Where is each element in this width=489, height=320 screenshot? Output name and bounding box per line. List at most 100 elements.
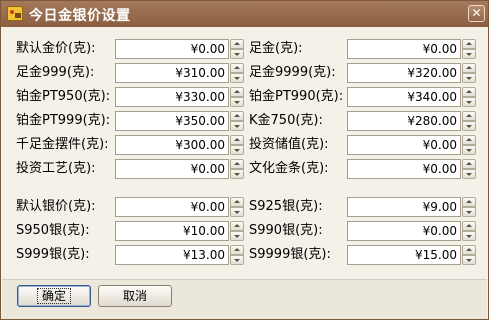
spin-up-icon[interactable]: [462, 197, 476, 207]
spin-up-icon[interactable]: [462, 245, 476, 255]
spin-up-icon[interactable]: [230, 63, 244, 73]
spin-down-icon[interactable]: [230, 121, 244, 131]
price-input[interactable]: ¥340.00: [347, 87, 461, 107]
title-bar[interactable]: 今日金银价设置 ✕: [1, 1, 488, 27]
spin-up-icon[interactable]: [230, 39, 244, 49]
price-input[interactable]: ¥0.00: [347, 159, 461, 179]
price-input[interactable]: ¥0.00: [347, 135, 461, 155]
spin-buttons: [462, 221, 476, 241]
spin-up-icon[interactable]: [230, 135, 244, 145]
price-spinbox: ¥10.00: [115, 221, 244, 241]
price-label: 投资储值(克):: [249, 137, 329, 152]
close-button[interactable]: ✕: [468, 5, 485, 22]
ok-button[interactable]: 确定: [17, 285, 91, 307]
spin-up-icon[interactable]: [230, 111, 244, 121]
spin-up-icon[interactable]: [462, 63, 476, 73]
spin-down-icon[interactable]: [230, 145, 244, 155]
spin-buttons: [230, 135, 244, 155]
spin-up-icon[interactable]: [462, 221, 476, 231]
spin-down-icon[interactable]: [230, 231, 244, 241]
spin-down-icon[interactable]: [230, 169, 244, 179]
price-input[interactable]: ¥330.00: [115, 87, 229, 107]
price-label: 默认金价(克):: [16, 41, 96, 56]
spin-down-icon[interactable]: [462, 207, 476, 217]
price-label: S9999银(克):: [249, 247, 331, 262]
price-input[interactable]: ¥0.00: [115, 39, 229, 59]
ok-button-label: 确定: [36, 288, 72, 304]
spin-up-icon[interactable]: [462, 87, 476, 97]
price-spinbox: ¥300.00: [115, 135, 244, 155]
price-input[interactable]: ¥350.00: [115, 111, 229, 131]
spin-buttons: [462, 63, 476, 83]
cancel-button-label: 取消: [122, 289, 147, 303]
window-title: 今日金银价设置: [29, 8, 131, 24]
spin-up-icon[interactable]: [462, 159, 476, 169]
spin-up-icon[interactable]: [230, 159, 244, 169]
spin-down-icon[interactable]: [462, 49, 476, 59]
spin-up-icon[interactable]: [462, 135, 476, 145]
spin-up-icon[interactable]: [230, 87, 244, 97]
spin-up-icon[interactable]: [230, 197, 244, 207]
spin-down-icon[interactable]: [462, 231, 476, 241]
price-spinbox: ¥0.00: [347, 159, 476, 179]
price-input[interactable]: ¥10.00: [115, 221, 229, 241]
price-settings-dialog: 今日金银价设置 ✕ 默认金价(克): ¥0.00 足金(克): ¥0.00 足金999(…: [0, 0, 489, 320]
spin-buttons: [462, 111, 476, 131]
cancel-button[interactable]: 取消: [98, 285, 172, 307]
spin-down-icon[interactable]: [462, 97, 476, 107]
spin-buttons: [230, 197, 244, 217]
price-label: 铂金PT999(克):: [16, 113, 111, 128]
price-spinbox: ¥0.00: [115, 197, 244, 217]
spin-buttons: [462, 245, 476, 265]
price-spinbox: ¥0.00: [347, 135, 476, 155]
price-input[interactable]: ¥13.00: [115, 245, 229, 265]
price-input[interactable]: ¥0.00: [347, 221, 461, 241]
price-input[interactable]: ¥9.00: [347, 197, 461, 217]
spin-down-icon[interactable]: [462, 73, 476, 83]
price-spinbox: ¥0.00: [115, 159, 244, 179]
spin-down-icon[interactable]: [230, 97, 244, 107]
price-spinbox: ¥9.00: [347, 197, 476, 217]
spin-buttons: [230, 87, 244, 107]
price-label: 千足金摆件(克):: [16, 137, 109, 152]
spin-down-icon[interactable]: [230, 73, 244, 83]
price-input[interactable]: ¥320.00: [347, 63, 461, 83]
price-spinbox: ¥0.00: [347, 39, 476, 59]
spin-up-icon[interactable]: [462, 111, 476, 121]
price-input[interactable]: ¥0.00: [115, 159, 229, 179]
price-label: 足金9999(克):: [249, 65, 336, 80]
price-input[interactable]: ¥310.00: [115, 63, 229, 83]
spin-up-icon[interactable]: [230, 221, 244, 231]
spin-buttons: [230, 39, 244, 59]
spin-buttons: [462, 39, 476, 59]
spin-up-icon[interactable]: [462, 39, 476, 49]
spin-down-icon[interactable]: [462, 255, 476, 265]
price-input[interactable]: ¥0.00: [115, 197, 229, 217]
price-spinbox: ¥15.00: [347, 245, 476, 265]
price-input[interactable]: ¥280.00: [347, 111, 461, 131]
spin-down-icon[interactable]: [462, 169, 476, 179]
price-label: S999银(克):: [16, 247, 90, 262]
price-label: S950银(克):: [16, 223, 90, 238]
price-spinbox: ¥0.00: [347, 221, 476, 241]
price-spinbox: ¥320.00: [347, 63, 476, 83]
price-input[interactable]: ¥300.00: [115, 135, 229, 155]
price-label: S925银(克):: [249, 199, 323, 214]
price-input[interactable]: ¥0.00: [347, 39, 461, 59]
spin-down-icon[interactable]: [462, 121, 476, 131]
spin-down-icon[interactable]: [462, 145, 476, 155]
spin-down-icon[interactable]: [230, 49, 244, 59]
price-label: 铂金PT950(克):: [16, 89, 111, 104]
spin-down-icon[interactable]: [230, 207, 244, 217]
price-input[interactable]: ¥15.00: [347, 245, 461, 265]
spin-up-icon[interactable]: [230, 245, 244, 255]
price-label: 足金(克):: [249, 41, 303, 56]
price-spinbox: ¥330.00: [115, 87, 244, 107]
price-label: 投资工艺(克):: [16, 161, 96, 176]
spin-down-icon[interactable]: [230, 255, 244, 265]
app-icon: [7, 6, 23, 21]
price-label: S990银(克):: [249, 223, 323, 238]
spin-buttons: [230, 159, 244, 179]
spin-buttons: [230, 111, 244, 131]
price-spinbox: ¥350.00: [115, 111, 244, 131]
